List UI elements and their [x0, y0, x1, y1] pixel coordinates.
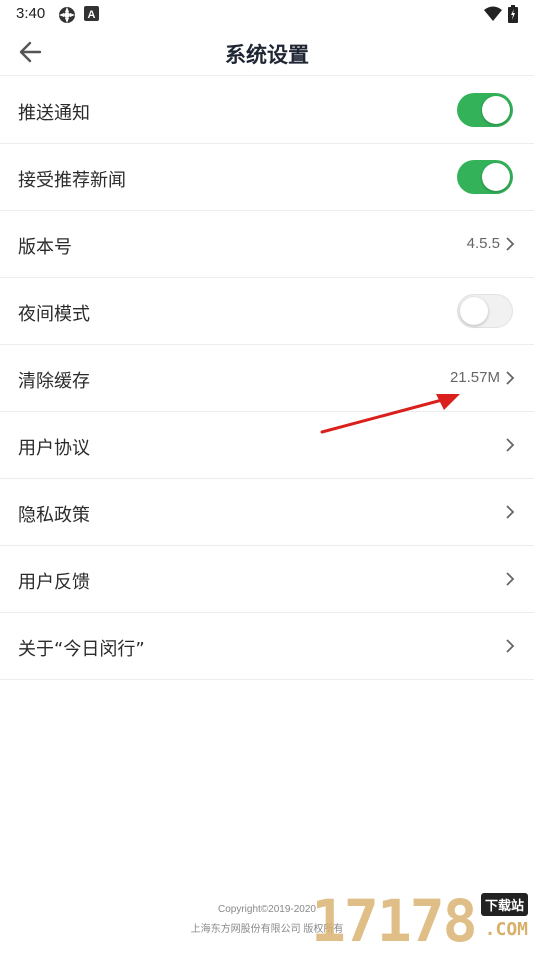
setting-about[interactable]: 关于“今日闵行”: [0, 613, 534, 680]
night-mode-toggle[interactable]: [457, 294, 513, 328]
settings-app-icon: [58, 6, 76, 28]
watermark-suffix: .COM: [484, 919, 528, 940]
setting-label: 清除缓存: [18, 371, 90, 392]
toggle-knob: [482, 96, 510, 124]
setting-label: 夜间模式: [18, 304, 90, 325]
push-notification-toggle[interactable]: [457, 93, 513, 127]
page-title: 系统设置: [225, 43, 309, 67]
setting-privacy-policy[interactable]: 隐私政策: [0, 479, 534, 546]
wifi-icon: [484, 6, 502, 25]
annotation-arrow-icon: [320, 394, 460, 434]
site-watermark-logo: 17178 下载站 .COM: [305, 885, 534, 955]
version-value: 4.5.5: [466, 235, 500, 252]
setting-user-feedback[interactable]: 用户反馈: [0, 546, 534, 613]
toggle-knob: [460, 297, 488, 325]
setting-label: 关于“今日闵行”: [18, 639, 145, 660]
setting-push-notification[interactable]: 推送通知: [0, 77, 534, 144]
cache-size-value: 21.57M: [449, 369, 500, 386]
chevron-right-icon: [504, 236, 516, 252]
watermark-number: 17178: [311, 887, 478, 955]
recommended-news-toggle[interactable]: [457, 160, 513, 194]
setting-label: 用户协议: [18, 438, 90, 459]
settings-list: 推送通知 接受推荐新闻 版本号 4.5.5 夜间模式 清除缓存 21.57M 用…: [0, 77, 534, 680]
setting-label: 用户反馈: [18, 572, 90, 593]
setting-version[interactable]: 版本号 4.5.5: [0, 211, 534, 278]
chevron-right-icon: [504, 571, 516, 587]
a-notification-icon: A: [84, 6, 99, 25]
setting-label: 推送通知: [18, 103, 90, 124]
setting-recommended-news[interactable]: 接受推荐新闻: [0, 144, 534, 211]
watermark-tag: 下载站: [480, 893, 528, 916]
setting-label: 版本号: [18, 237, 72, 258]
chevron-right-icon: [504, 437, 516, 453]
app-header: 系统设置: [0, 28, 534, 76]
toggle-knob: [482, 163, 510, 191]
chevron-right-icon: [504, 638, 516, 654]
chevron-right-icon: [504, 370, 516, 386]
setting-label: 接受推荐新闻: [18, 170, 126, 191]
setting-label: 隐私政策: [18, 505, 90, 526]
svg-text:A: A: [88, 9, 96, 21]
chevron-right-icon: [504, 504, 516, 520]
status-bar: 3:40 A: [0, 0, 534, 28]
status-time: 3:40: [16, 5, 46, 22]
battery-icon: [508, 5, 518, 27]
setting-night-mode[interactable]: 夜间模式: [0, 278, 534, 345]
